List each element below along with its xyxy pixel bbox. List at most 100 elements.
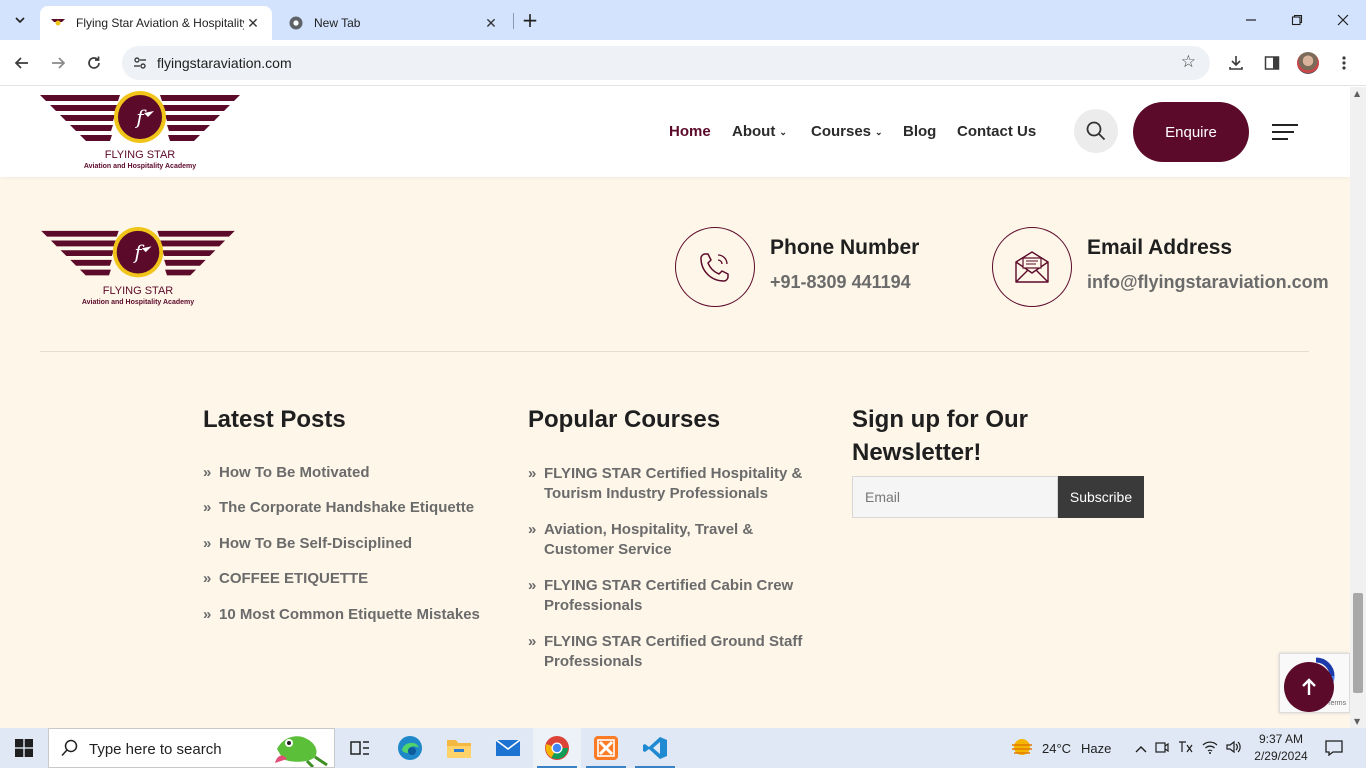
clock-time: 9:37 AM xyxy=(1258,732,1304,746)
brand-name: FLYING STAR xyxy=(104,149,176,161)
bookmark-star-icon[interactable]: ☆ xyxy=(1181,52,1196,72)
nav-home[interactable]: Home xyxy=(669,123,711,140)
url-text: flyingstaraviation.com xyxy=(157,55,292,71)
file-explorer-icon[interactable] xyxy=(435,728,483,768)
chrome-taskbar-icon[interactable] xyxy=(533,728,581,768)
minimize-icon[interactable] xyxy=(1228,0,1274,40)
reload-icon[interactable] xyxy=(80,49,108,77)
site-info-icon[interactable] xyxy=(130,53,150,73)
tab-title: New Tab xyxy=(314,16,361,30)
search-icon xyxy=(61,739,79,761)
brand-tagline: Aviation and Hospitality Academy xyxy=(83,163,197,170)
taskbar-clock[interactable]: 9:37 AM 2/29/2024 xyxy=(1250,731,1312,765)
nav-contact-us[interactable]: Contact Us xyxy=(957,123,1036,140)
tab-separator xyxy=(513,13,514,29)
side-panel-icon[interactable] xyxy=(1258,49,1286,77)
scroll-down-arrow-icon[interactable]: ▼ xyxy=(1354,717,1360,726)
xampp-icon[interactable] xyxy=(582,728,630,768)
phone-title: Phone Number xyxy=(770,236,920,259)
course-link[interactable]: » FLYING STAR Certified Hospitality & Tour… xyxy=(528,464,828,504)
course-link[interactable]: » FLYING STAR Certified Ground Staff Profe… xyxy=(528,632,828,672)
phone-icon-circle xyxy=(675,227,755,307)
close-tab-icon[interactable]: ✕ xyxy=(244,15,262,32)
clock-date: 2/29/2024 xyxy=(1254,749,1308,763)
browser-toolbar: flyingstaraviation.com ☆ xyxy=(0,40,1366,86)
windows-taskbar: Type here to search 24°C Haze 9:37 AM 2/… xyxy=(0,728,1366,768)
taskbar-search-box[interactable]: Type here to search xyxy=(48,728,335,768)
new-tab-plus-icon[interactable]: + xyxy=(518,8,542,32)
hamburger-menu-icon[interactable] xyxy=(1272,122,1300,142)
weather-widget[interactable]: 24°C Haze xyxy=(1010,728,1111,768)
chevron-down-icon xyxy=(15,17,25,24)
haze-sun-icon xyxy=(1012,739,1032,755)
brand-name: FLYING STAR xyxy=(102,285,174,297)
subscribe-button[interactable]: Subscribe xyxy=(1058,476,1144,518)
restore-icon[interactable] xyxy=(1274,0,1320,40)
newsletter-email-input[interactable] xyxy=(852,476,1058,518)
kebab-menu-icon[interactable] xyxy=(1330,49,1358,77)
phone-icon xyxy=(700,253,729,282)
latest-posts-title: Latest Posts xyxy=(203,406,346,433)
notification-center-icon[interactable] xyxy=(1320,728,1348,768)
search-button[interactable] xyxy=(1074,109,1118,153)
arrow-up-icon xyxy=(1302,678,1316,695)
newsletter-title: Sign up for Our Newsletter! xyxy=(852,406,1028,466)
page-scrollbar[interactable]: ▲ ▼ xyxy=(1350,87,1366,728)
weather-temp: 24°C xyxy=(1042,740,1072,756)
search-icon xyxy=(1086,121,1106,141)
course-link[interactable]: » Aviation, Hospitality, Travel & Customer… xyxy=(528,520,828,560)
nav-blog[interactable]: Blog xyxy=(903,123,936,140)
close-tab-icon[interactable]: ✕ xyxy=(482,15,500,32)
back-arrow-icon[interactable] xyxy=(8,49,36,77)
frog-search-highlight-icon xyxy=(275,736,328,767)
tab-new-tab[interactable]: New Tab ✕ xyxy=(280,6,508,40)
wifi-icon[interactable] xyxy=(1198,740,1222,757)
enquire-button[interactable]: Enquire xyxy=(1133,102,1249,162)
show-hidden-icons-chevron-icon[interactable] xyxy=(1132,741,1150,756)
footer-divider xyxy=(40,351,1309,352)
download-icon[interactable] xyxy=(1222,49,1250,77)
post-link[interactable]: » 10 Most Common Etiquette Mistakes xyxy=(203,605,480,625)
footer-logo[interactable]: f FLYING STAR Aviation and Hospitality A… xyxy=(40,227,240,311)
phone-number[interactable]: +91-8309 441194 xyxy=(770,272,911,293)
profile-avatar[interactable] xyxy=(1297,52,1319,74)
nav-about[interactable]: About ⌄ xyxy=(732,123,787,140)
close-window-icon[interactable] xyxy=(1320,0,1366,40)
windows-logo-icon xyxy=(15,739,33,757)
post-link[interactable]: » The Corporate Handshake Etiquette xyxy=(203,498,474,518)
meet-now-icon[interactable] xyxy=(1150,740,1174,757)
flying-star-favicon-icon xyxy=(50,15,66,31)
envelope-icon xyxy=(1015,251,1049,283)
task-view-icon[interactable] xyxy=(336,728,384,768)
chrome-icon xyxy=(288,15,304,31)
course-link[interactable]: » FLYING STAR Certified Cabin Crew Profess… xyxy=(528,576,828,616)
browser-tab-strip: Flying Star Aviation & Hospitality ✕ New… xyxy=(0,0,1366,40)
tab-search-dropdown[interactable] xyxy=(6,6,34,34)
email-icon-circle xyxy=(992,227,1072,307)
header-logo[interactable]: f FLYING STAR Aviation and Hospitality A… xyxy=(40,91,240,175)
post-link[interactable]: » How To Be Self-Disciplined xyxy=(203,534,412,554)
flying-star-wings-logo-icon: f xyxy=(40,91,240,143)
back-to-top-button[interactable] xyxy=(1284,662,1334,712)
popular-courses-title: Popular Courses xyxy=(528,406,721,433)
forward-arrow-icon[interactable] xyxy=(44,49,72,77)
address-bar[interactable]: flyingstaraviation.com ☆ xyxy=(122,46,1210,80)
mail-icon[interactable] xyxy=(484,728,532,768)
tab-title: Flying Star Aviation & Hospitality xyxy=(76,16,244,30)
windows-start-button[interactable] xyxy=(0,728,48,768)
search-placeholder: Type here to search xyxy=(89,741,222,758)
post-link[interactable]: » How To Be Motivated xyxy=(203,463,370,483)
page-viewport: f FLYING STAR Aviation and Hospitality A… xyxy=(0,87,1350,728)
volume-icon[interactable] xyxy=(1222,740,1246,757)
scrollbar-thumb[interactable] xyxy=(1353,593,1363,693)
email-title: Email Address xyxy=(1087,236,1233,259)
scroll-up-arrow-icon[interactable]: ▲ xyxy=(1354,89,1360,98)
input-method-icon[interactable] xyxy=(1174,740,1198,757)
tab-flying-star[interactable]: Flying Star Aviation & Hospitality ✕ xyxy=(40,6,272,40)
flying-star-wings-logo-icon: f xyxy=(41,227,235,278)
nav-courses[interactable]: Courses ⌄ xyxy=(811,123,883,140)
post-link[interactable]: » COFFEE ETIQUETTE xyxy=(203,569,368,589)
edge-browser-icon[interactable] xyxy=(386,728,434,768)
vscode-icon[interactable] xyxy=(631,728,679,768)
email-address[interactable]: info@flyingstaraviation.com xyxy=(1087,272,1329,293)
